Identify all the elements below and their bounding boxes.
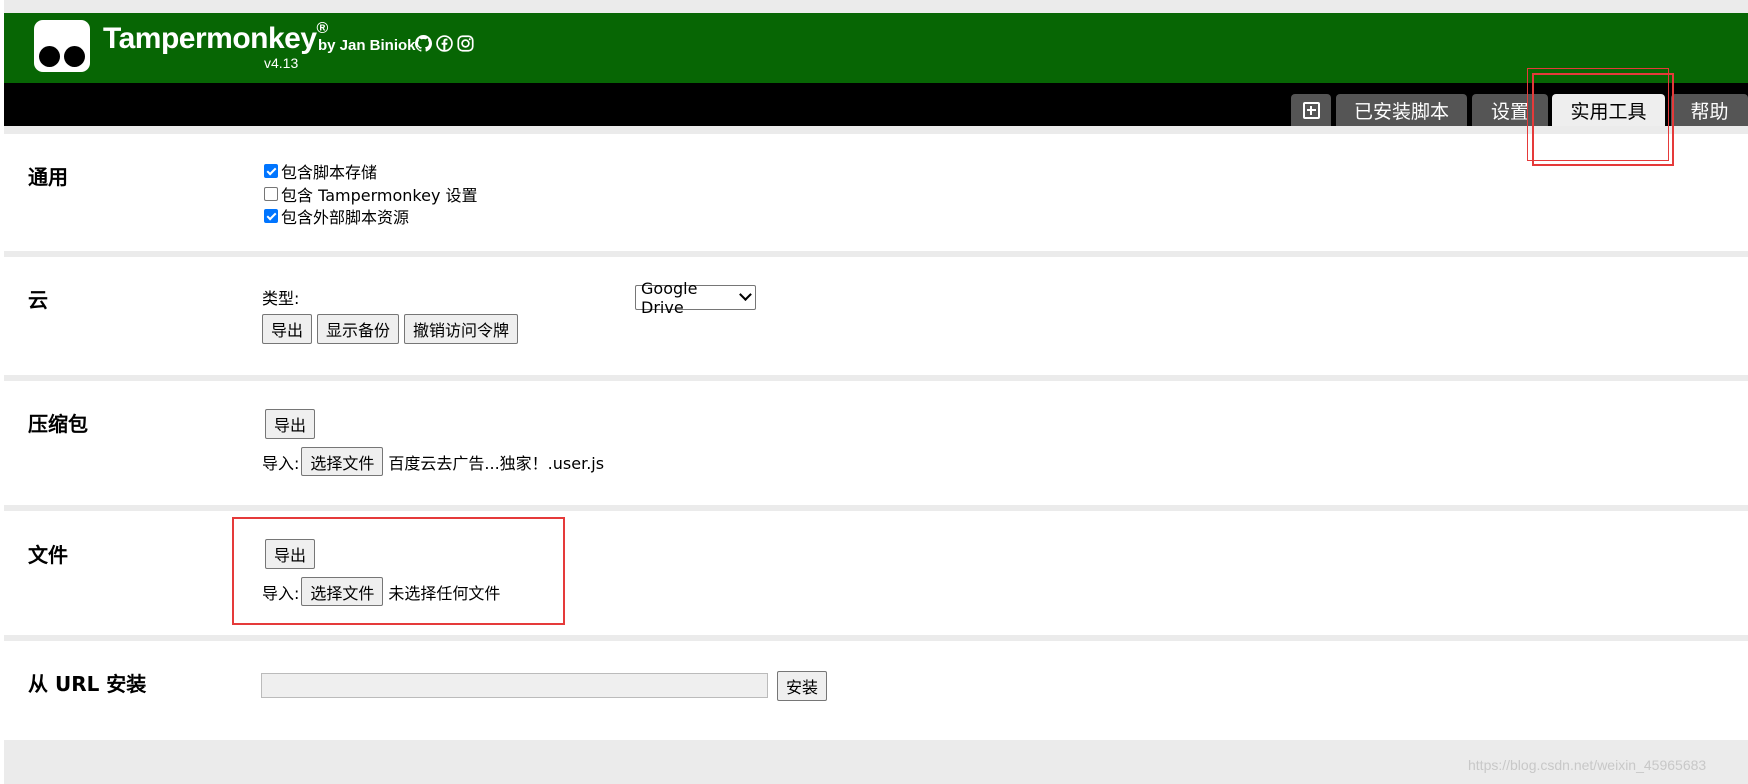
plus-box-icon [1302,101,1320,119]
zip-import-row: 导入: 选择文件 百度云去广告...独家！.user.js [262,447,604,476]
cloud-type-label: 类型: [262,289,300,308]
tab-installed-scripts[interactable]: 已安装脚本 [1336,94,1467,126]
option-label: 包含外部脚本资源 [281,208,410,227]
checkbox-include-settings[interactable] [264,187,278,201]
watermark: https://blog.csdn.net/weixin_45965683 [1468,757,1707,773]
brand-title: Tampermonkey® [103,20,328,55]
section-title-zip: 压缩包 [28,412,88,436]
url-input[interactable] [261,673,768,698]
section-cloud: 云 类型: 导出 显示备份 撤销访问令牌 [4,257,1748,375]
zip-export-button[interactable]: 导出 [265,409,316,439]
show-backups-button[interactable]: 显示备份 [317,314,400,344]
cloud-buttons: 导出 显示备份 撤销访问令牌 [262,314,523,344]
highlight-box-utilities-inner [1532,73,1674,166]
facebook-icon[interactable] [436,35,453,52]
section-title-cloud: 云 [28,288,48,312]
cloud-export-button[interactable]: 导出 [262,314,313,344]
section-general: 通用 包含脚本存储 包含 Tampermonkey 设置 包含外部脚本资源 [4,134,1748,251]
option-include-settings[interactable]: 包含 Tampermonkey 设置 [262,182,478,206]
tab-help[interactable]: 帮助 [1671,94,1748,126]
version-label: v4.13 [264,55,299,71]
checkbox-include-external[interactable] [264,209,278,223]
instagram-icon[interactable] [457,35,474,52]
tab-new-script[interactable] [1291,94,1331,126]
highlight-box-file [232,517,565,625]
option-label: 包含脚本存储 [281,163,378,182]
author-byline[interactable]: by Jan Biniok [318,37,416,54]
import-label: 导入: [262,453,300,473]
tampermonkey-logo-icon [34,20,90,72]
option-include-external[interactable]: 包含外部脚本资源 [262,204,409,228]
cloud-type-select[interactable]: Google Drive [635,279,756,317]
zip-choose-file-button[interactable]: 选择文件 [301,447,384,476]
checkbox-include-storage[interactable] [264,164,278,178]
option-include-storage[interactable]: 包含脚本存储 [262,159,377,183]
section-title-file: 文件 [28,543,68,567]
section-zip: 压缩包 导出 导入: 选择文件 百度云去广告...独家！.user.js [4,381,1748,505]
option-label: 包含 Tampermonkey 设置 [281,186,478,205]
section-title-general: 通用 [28,165,68,189]
install-button[interactable]: 安装 [777,671,828,701]
github-icon[interactable] [415,35,432,52]
section-title-url-install: 从 URL 安装 [28,672,147,696]
revoke-token-button[interactable]: 撤销访问令牌 [404,314,519,344]
zip-file-name: 百度云去广告...独家！.user.js [388,453,605,473]
